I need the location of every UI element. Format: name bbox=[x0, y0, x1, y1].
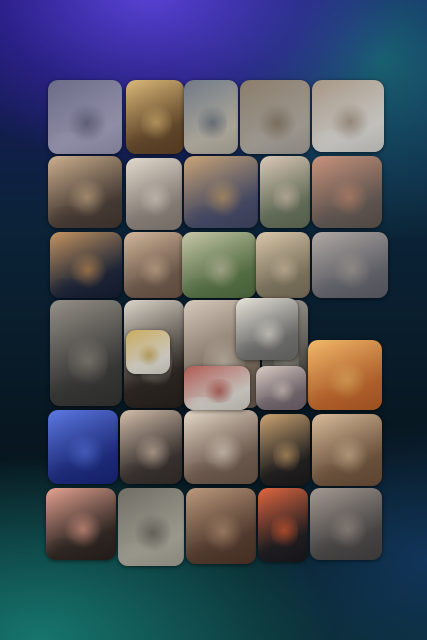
photo-tile-kids-playing[interactable] bbox=[118, 488, 184, 566]
photo-gloss bbox=[48, 410, 118, 484]
photo-tile-boy-with-dog[interactable] bbox=[312, 414, 382, 486]
photo-gloss bbox=[186, 488, 256, 564]
photo-gloss bbox=[310, 488, 382, 560]
photo-tile-boy-with-toy[interactable] bbox=[312, 232, 388, 298]
photo-gloss bbox=[240, 80, 310, 154]
photo-gloss bbox=[260, 156, 310, 228]
photo-tile-family-group[interactable] bbox=[312, 156, 382, 228]
photo-gloss bbox=[184, 80, 238, 154]
photo-tile-cat-peeking[interactable] bbox=[236, 298, 298, 360]
photo-gloss bbox=[50, 300, 122, 406]
photo-gloss bbox=[126, 80, 184, 154]
photo-tile-dog-on-couch[interactable] bbox=[126, 158, 182, 230]
photo-gloss bbox=[184, 410, 258, 484]
photo-tile-people-at-table[interactable] bbox=[48, 156, 122, 228]
photo-gloss bbox=[312, 80, 384, 152]
photo-gloss bbox=[126, 330, 170, 374]
photo-gloss bbox=[256, 366, 306, 410]
photo-gloss bbox=[120, 410, 182, 484]
photo-tile-dinner-table[interactable] bbox=[186, 488, 256, 564]
photo-tile-blue-aquarium[interactable] bbox=[48, 410, 118, 484]
photo-tile-window-curtain[interactable] bbox=[50, 300, 122, 406]
photo-tile-women-at-table[interactable] bbox=[256, 232, 310, 298]
photo-gloss bbox=[184, 366, 250, 410]
photo-tile-house-at-night[interactable] bbox=[50, 232, 122, 298]
photo-tile-orange-sunset[interactable] bbox=[308, 340, 382, 410]
photo-tile-shelves-room[interactable] bbox=[310, 488, 382, 560]
photo-gloss bbox=[182, 232, 256, 298]
photo-gloss bbox=[184, 156, 258, 228]
photo-collage[interactable] bbox=[0, 0, 427, 640]
photo-gloss bbox=[312, 414, 382, 486]
photo-tile-garden-gathering[interactable] bbox=[182, 232, 256, 298]
photo-tile-lit-lantern[interactable] bbox=[260, 414, 310, 486]
photo-gloss bbox=[46, 488, 116, 560]
photo-tile-elderly-woman[interactable] bbox=[256, 366, 306, 410]
photo-tile-man-with-dog[interactable] bbox=[184, 410, 258, 484]
photo-gloss bbox=[48, 156, 122, 228]
photo-gloss bbox=[118, 488, 184, 566]
photo-tile-campfire[interactable] bbox=[258, 488, 308, 562]
photo-tile-sunset-street[interactable] bbox=[184, 156, 258, 228]
photo-tile-tea-cup-closeup[interactable] bbox=[126, 330, 170, 374]
photo-tile-person-at-desk[interactable] bbox=[184, 80, 238, 154]
photo-gloss bbox=[124, 232, 184, 298]
photo-tile-woman-outdoors[interactable] bbox=[260, 156, 310, 228]
photo-gloss bbox=[258, 488, 308, 562]
photo-gloss bbox=[48, 80, 122, 154]
photo-gloss bbox=[126, 158, 182, 230]
photo-gloss bbox=[256, 232, 310, 298]
photo-gloss bbox=[312, 232, 388, 298]
photo-gloss bbox=[50, 232, 122, 298]
photo-tile-girl-at-table[interactable] bbox=[120, 410, 182, 484]
photo-tile-drink-and-snacks[interactable] bbox=[126, 80, 184, 154]
photo-gloss bbox=[312, 156, 382, 228]
photo-tile-glowing-lamp[interactable] bbox=[46, 488, 116, 560]
photo-tile-handwritten-note[interactable] bbox=[312, 80, 384, 152]
photo-tile-dog-closeup[interactable] bbox=[240, 80, 310, 154]
photo-tile-man-indoors[interactable] bbox=[124, 232, 184, 298]
photo-tile-person-on-bed[interactable] bbox=[48, 80, 122, 154]
photo-gloss bbox=[260, 414, 310, 486]
photo-gloss bbox=[308, 340, 382, 410]
photo-tile-playing-cards[interactable] bbox=[184, 366, 250, 410]
photo-gloss bbox=[236, 298, 298, 360]
